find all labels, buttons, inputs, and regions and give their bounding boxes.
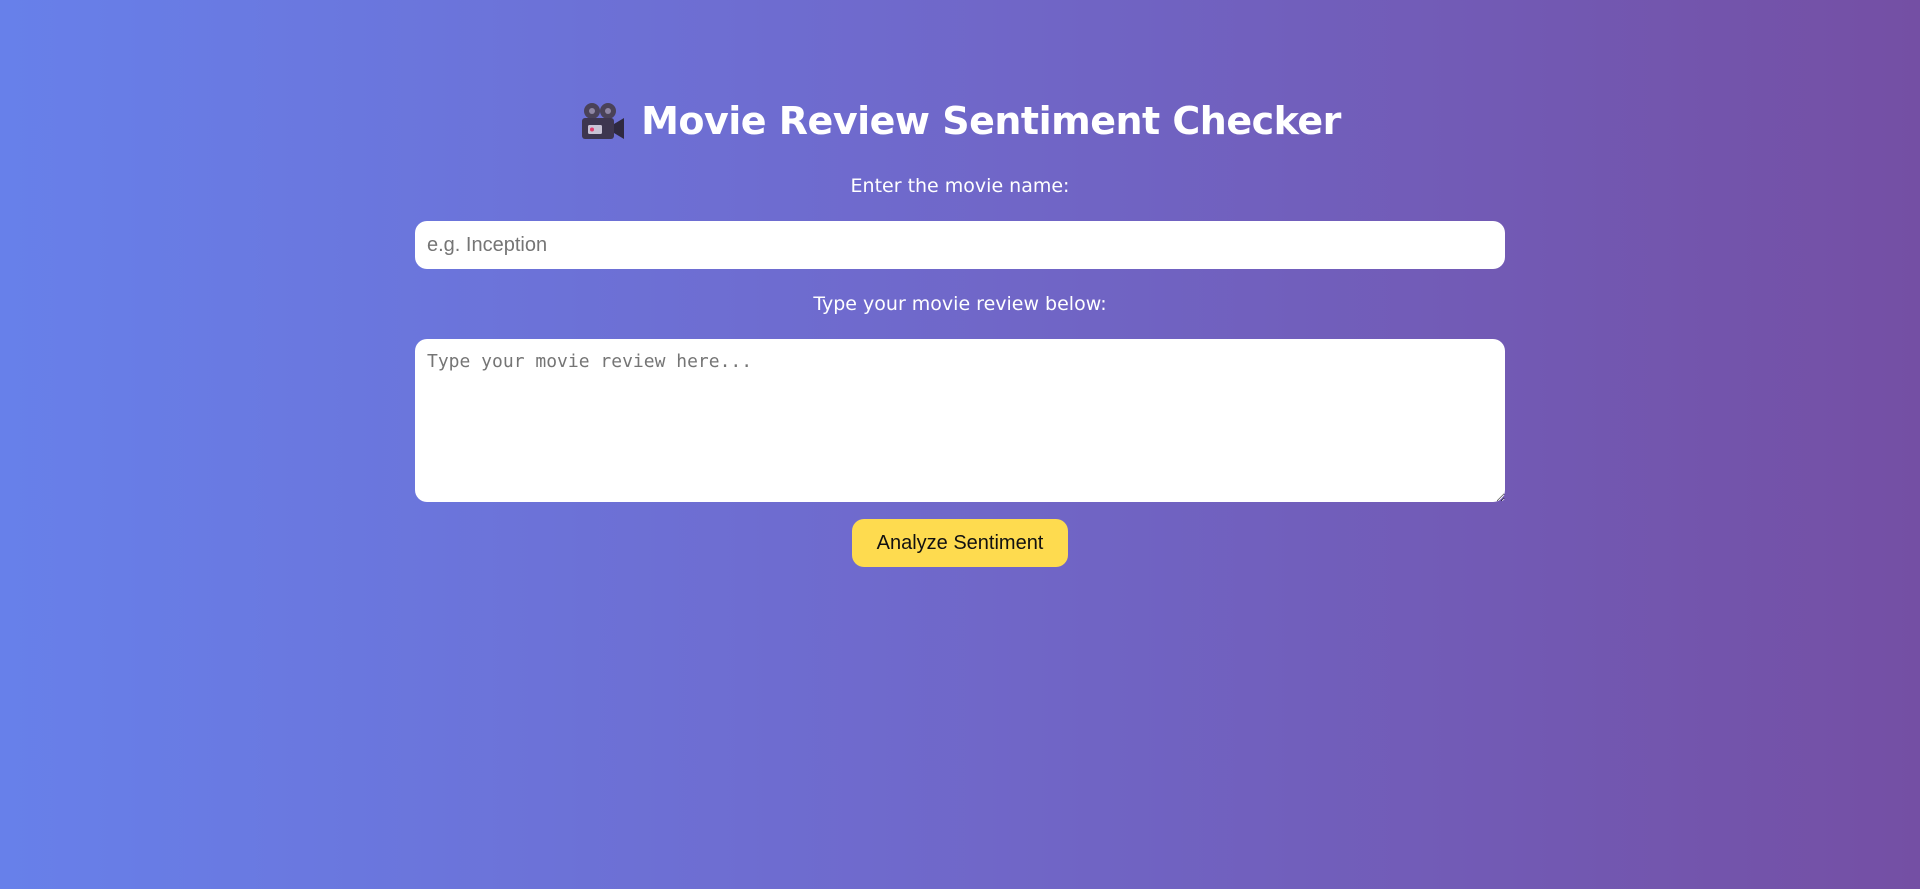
main-container: Movie Review Sentiment Checker Enter the… bbox=[415, 0, 1505, 567]
analyze-sentiment-button[interactable]: Analyze Sentiment bbox=[852, 519, 1068, 567]
movie-camera-icon bbox=[579, 101, 625, 141]
review-label: Type your movie review below: bbox=[813, 293, 1107, 315]
movie-name-label: Enter the movie name: bbox=[850, 175, 1070, 197]
page-title: Movie Review Sentiment Checker bbox=[579, 92, 1341, 150]
review-textarea[interactable] bbox=[415, 339, 1505, 502]
movie-name-input[interactable] bbox=[415, 221, 1505, 269]
title-text: Movie Review Sentiment Checker bbox=[641, 99, 1341, 143]
